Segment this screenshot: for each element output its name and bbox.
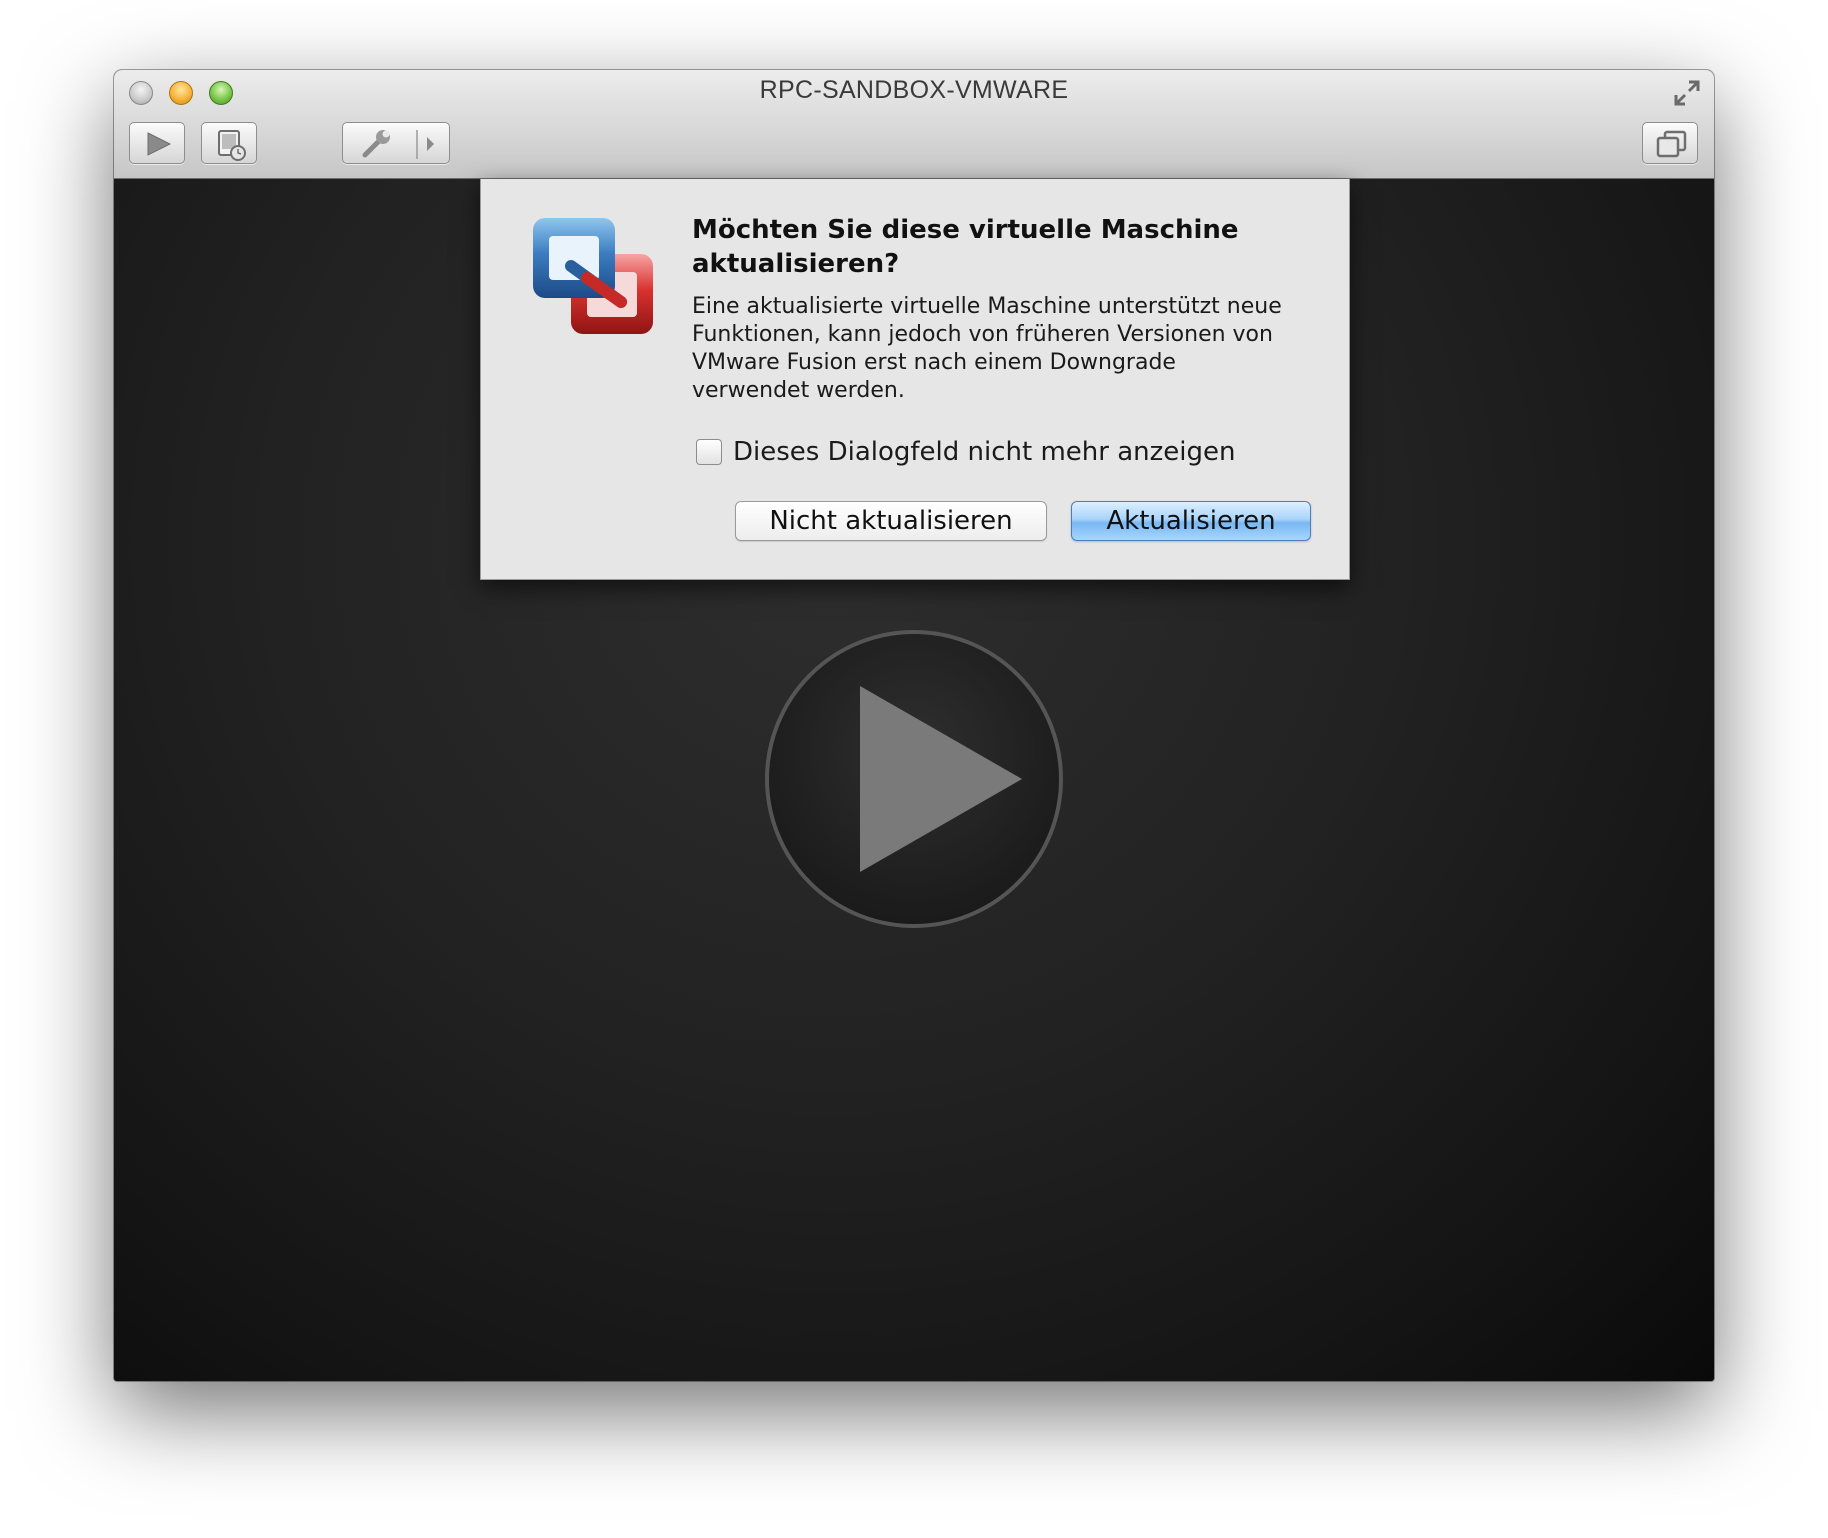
fullscreen-icon[interactable] [1672,78,1702,108]
dont-show-again-checkbox[interactable] [696,439,722,465]
big-play-icon[interactable] [764,629,1064,929]
wrench-icon [362,130,390,158]
dont-upgrade-button[interactable]: Nicht aktualisieren [735,501,1047,541]
upgrade-button[interactable]: Aktualisieren [1071,501,1311,541]
settings-button-group[interactable] [342,122,450,164]
play-icon [147,132,172,156]
vm-window: RPC-SANDBOX-VMWARE Möchten Sie diese vir… [114,70,1714,1381]
vm-display[interactable]: Möchten Sie diese virtuelle Maschine akt… [114,179,1714,1381]
snapshot-button[interactable] [201,122,257,164]
chevron-right-icon [427,137,434,151]
snapshot-icon [218,130,246,161]
window-title: RPC-SANDBOX-VMWARE [759,76,1069,104]
dialog-headline: Möchten Sie diese virtuelle Maschine akt… [692,215,1239,279]
upgrade-dialog: Möchten Sie diese virtuelle Maschine akt… [480,179,1350,580]
unity-view-button[interactable] [1642,122,1698,164]
titlebar[interactable]: RPC-SANDBOX-VMWARE [114,70,1714,179]
window-copy-icon [1656,130,1687,158]
dialog-body: Eine aktualisierte virtuelle Maschine un… [692,294,1282,403]
start-vm-button[interactable] [129,122,185,164]
dont-show-again-row[interactable]: Dieses Dialogfeld nicht mehr anzeigen [696,435,1236,469]
vmware-fusion-icon [533,218,653,334]
dont-show-again-label[interactable]: Dieses Dialogfeld nicht mehr anzeigen [733,437,1236,467]
